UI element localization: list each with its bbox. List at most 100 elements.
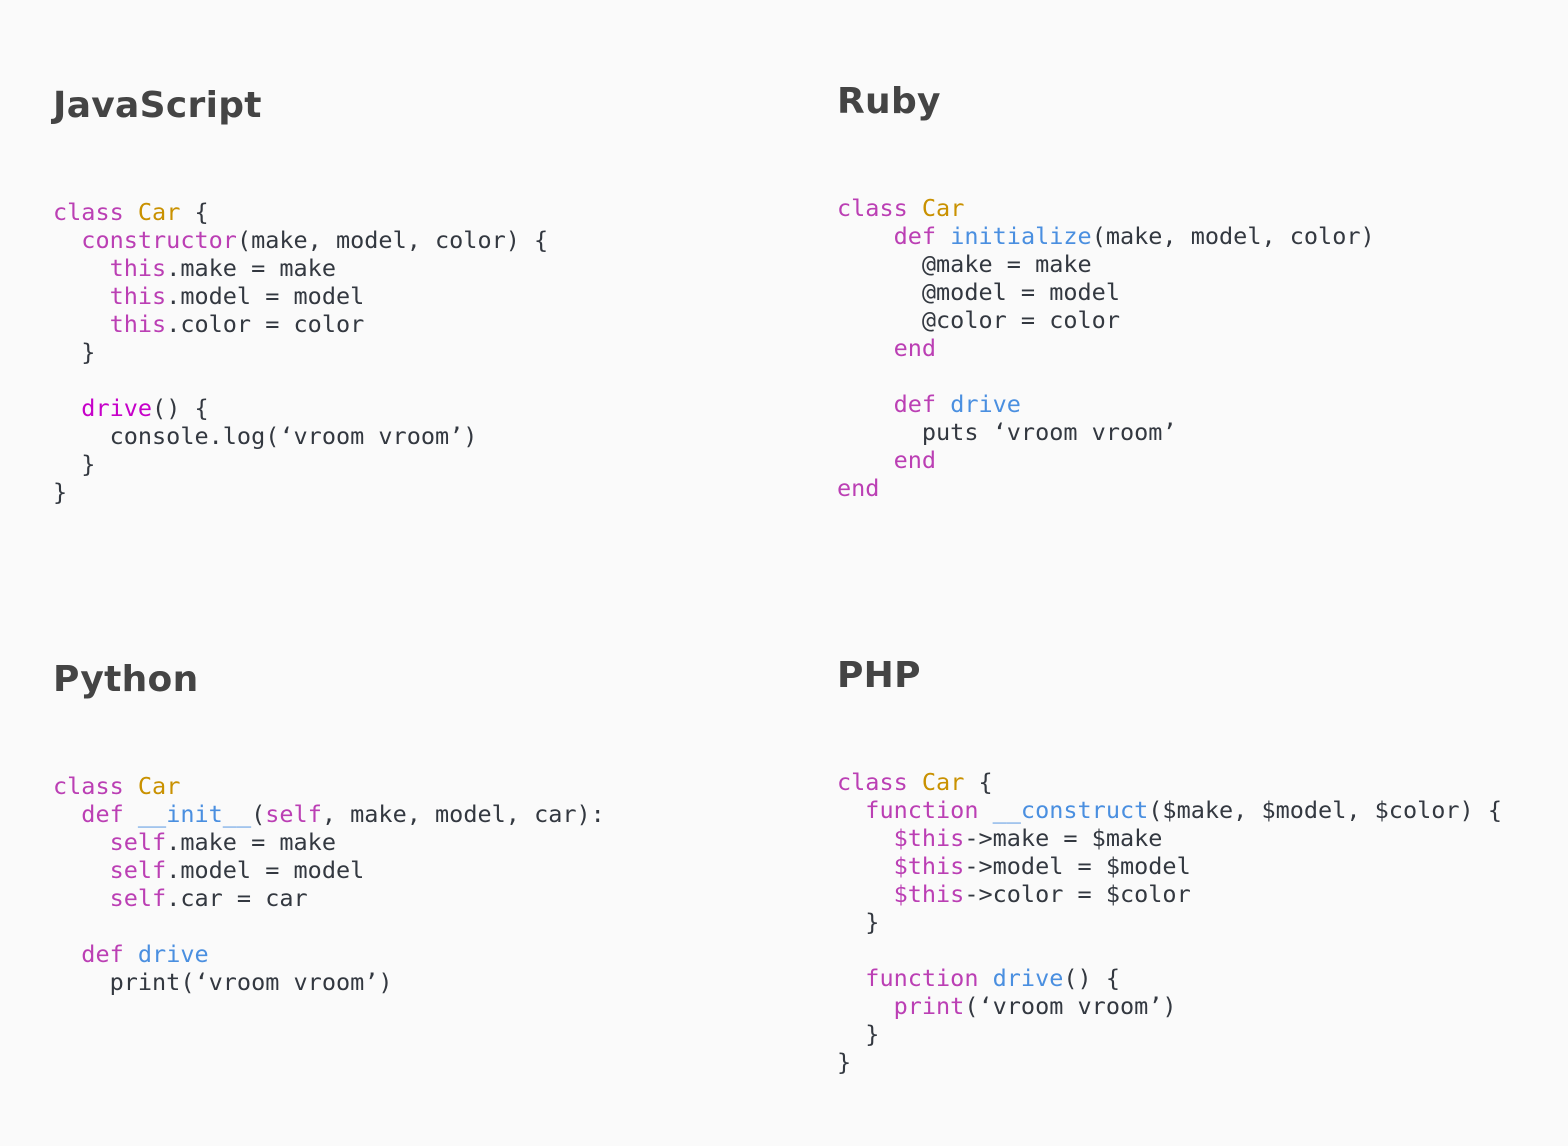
code-token: .make = make: [166, 254, 336, 282]
code-token: drive: [137, 940, 209, 968]
code-line: function __construct($make, $model, $col…: [837, 796, 1502, 824]
code-line: def drive: [53, 940, 605, 968]
code-token: end: [893, 334, 937, 362]
code-line: }: [837, 1020, 1502, 1048]
code-token: }: [837, 1020, 880, 1048]
code-line: self.model = model: [53, 856, 605, 884]
code-line: class Car: [837, 194, 1375, 222]
code-line: def drive: [837, 390, 1375, 418]
code-line: self.car = car: [53, 884, 605, 912]
code-line: function drive() {: [837, 964, 1502, 992]
javascript-code-block: class Car { constructor(make, model, col…: [53, 198, 548, 506]
code-token: initialize: [950, 222, 1092, 250]
code-token: ($make, $model, $color) {: [1148, 796, 1502, 824]
code-line: $this->model = $model: [837, 852, 1502, 880]
php-code-block: class Car { function __construct($make, …: [837, 768, 1502, 1076]
code-token: def: [893, 222, 937, 250]
code-token: __init__: [137, 800, 252, 828]
code-token: class: [837, 194, 908, 222]
code-token: this: [109, 310, 167, 338]
code-line: end: [837, 446, 1375, 474]
code-token: .model = model: [166, 856, 365, 884]
code-token: drive: [992, 964, 1064, 992]
code-line: this.color = color: [53, 310, 548, 338]
code-line: }: [53, 478, 548, 506]
code-token: Car: [921, 768, 965, 796]
code-token: self: [265, 800, 322, 828]
code-token: puts ‘vroom vroom’: [837, 418, 1177, 446]
code-token: function: [865, 796, 979, 824]
code-token: .make = make: [166, 828, 336, 856]
code-token: end: [893, 446, 937, 474]
code-line: constructor(make, model, color) {: [53, 226, 548, 254]
code-token: drive: [81, 394, 153, 422]
code-line: }: [53, 450, 548, 478]
code-token: () {: [1063, 964, 1120, 992]
code-token: class: [53, 772, 124, 800]
code-token: () {: [152, 394, 209, 422]
code-line: $this->make = $make: [837, 824, 1502, 852]
code-token: (make, model, color) {: [236, 226, 549, 254]
code-token: }: [53, 478, 68, 506]
php-heading: PHP: [837, 655, 921, 696]
code-line: this.make = make: [53, 254, 548, 282]
code-token: .car = car: [166, 884, 308, 912]
code-token: def: [893, 390, 937, 418]
code-token: , make, model, car):: [321, 800, 605, 828]
code-token: .model = model: [166, 282, 365, 310]
code-line: }: [837, 1048, 1502, 1076]
code-token: ->color = $color: [964, 880, 1191, 908]
code-token: constructor: [81, 226, 237, 254]
code-token: (‘vroom vroom’): [964, 992, 1177, 1020]
code-token: $this: [893, 852, 965, 880]
code-line: }: [53, 338, 548, 366]
code-token: $this: [893, 880, 965, 908]
code-line: drive() {: [53, 394, 548, 422]
code-token: __construct: [992, 796, 1149, 824]
code-token: {: [964, 768, 993, 796]
code-token: def: [81, 800, 124, 828]
code-line: this.model = model: [53, 282, 548, 310]
code-line: print(‘vroom vroom’): [53, 968, 605, 996]
python-code-block: class Car def __init__(self, make, model…: [53, 772, 605, 996]
code-token: (make, model, color): [1091, 222, 1375, 250]
code-token: .color = color: [166, 310, 365, 338]
code-token: console.log(‘vroom vroom’): [53, 422, 478, 450]
javascript-heading: JavaScript: [53, 85, 262, 126]
code-token: Car: [921, 194, 965, 222]
code-token: this: [109, 254, 167, 282]
code-token: self: [109, 828, 167, 856]
code-token: }: [837, 908, 880, 936]
code-line: end: [837, 474, 1375, 502]
code-line: print(‘vroom vroom’): [837, 992, 1502, 1020]
code-token: print(‘vroom vroom’): [53, 968, 393, 996]
code-line: @make = make: [837, 250, 1375, 278]
code-line: class Car {: [837, 768, 1502, 796]
code-line: }: [837, 908, 1502, 936]
ruby-code-block: class Car def initialize(make, model, co…: [837, 194, 1375, 502]
